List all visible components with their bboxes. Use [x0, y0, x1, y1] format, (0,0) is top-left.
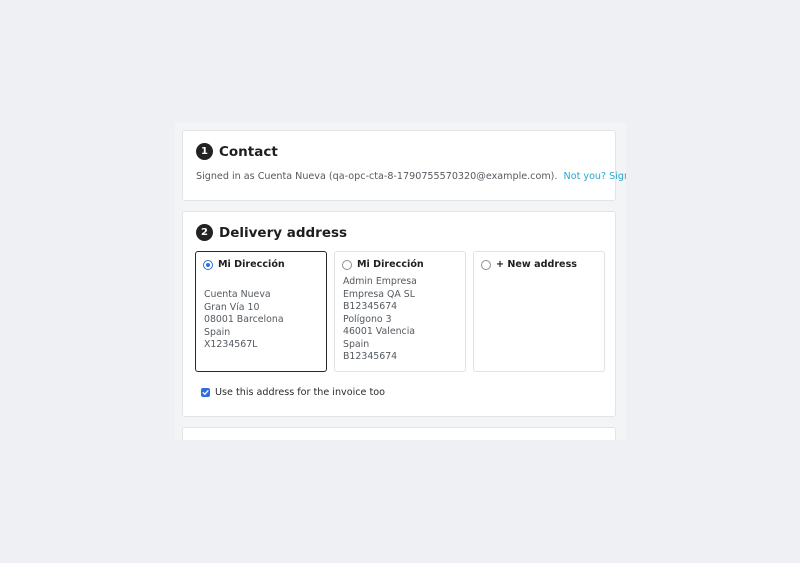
address-line: Polígono 3 [343, 313, 392, 325]
address-line: Cuenta Nueva [204, 289, 271, 300]
new-address-option[interactable]: + New address [473, 251, 605, 372]
address-line: B12345674 [343, 351, 398, 362]
address-line: Spain [343, 338, 370, 350]
step-number-badge: 1 [196, 143, 213, 160]
use-for-invoice-label: Use this address for the invoice too [215, 387, 385, 398]
address-line: Spain [204, 326, 231, 338]
address-line: Empresa QA SL [343, 288, 415, 300]
page: 1 Contact Signed in as Cuenta Nueva (qa-… [0, 0, 800, 563]
address-line: X1234567L [204, 339, 258, 350]
contact-section: 1 Contact Signed in as Cuenta Nueva (qa-… [182, 130, 626, 201]
address-line: B12345674 [343, 301, 398, 312]
checkout-column: 1 Contact Signed in as Cuenta Nueva (qa-… [175, 123, 626, 440]
radio-button-selected[interactable] [203, 259, 213, 270]
contact-title: Contact [219, 143, 278, 160]
address-option-1[interactable]: Mi Dirección Cuenta Nueva Gran Vía 10 08… [195, 251, 327, 372]
address-lines: Admin Empresa Empresa QA SL B12345674 Po… [343, 276, 417, 364]
sign-out-link[interactable]: Not you? Sign out [564, 171, 626, 182]
address-option-2[interactable]: Mi Dirección Admin Empresa Empresa QA SL… [334, 251, 466, 372]
use-for-invoice-row[interactable]: Use this address for the invoice too [201, 387, 385, 398]
next-step-section [182, 427, 616, 440]
address-line: Admin Empresa [343, 276, 417, 287]
address-line: Gran Vía 10 [204, 301, 260, 313]
signed-in-line: Signed in as Cuenta Nueva (qa-opc-cta-8-… [196, 171, 626, 182]
contact-header: 1 Contact [196, 143, 278, 160]
new-address-label: + New address [496, 259, 577, 270]
address-lines: Cuenta Nueva Gran Vía 10 08001 Barcelona… [204, 289, 284, 352]
address-option-title: Mi Dirección [357, 259, 424, 270]
use-for-invoice-checkbox[interactable] [201, 388, 210, 397]
radio-button[interactable] [342, 259, 352, 270]
step-number-badge: 2 [196, 224, 213, 241]
address-option-head: Mi Dirección [203, 259, 285, 270]
checkmark-icon [202, 390, 209, 395]
signed-in-text: Signed in as Cuenta Nueva (qa-opc-cta-8-… [196, 171, 558, 182]
address-option-head: Mi Dirección [342, 259, 424, 270]
address-line: 46001 Valencia [343, 326, 416, 337]
address-option-head: + New address [481, 259, 577, 270]
delivery-title: Delivery address [219, 224, 348, 241]
delivery-address-section: 2 Delivery address Mi Dirección Cuenta N… [182, 211, 616, 417]
radio-button[interactable] [481, 259, 491, 270]
delivery-header: 2 Delivery address [196, 224, 347, 241]
address-line: 08001 Barcelona [204, 314, 284, 325]
address-option-title: Mi Dirección [218, 259, 285, 270]
